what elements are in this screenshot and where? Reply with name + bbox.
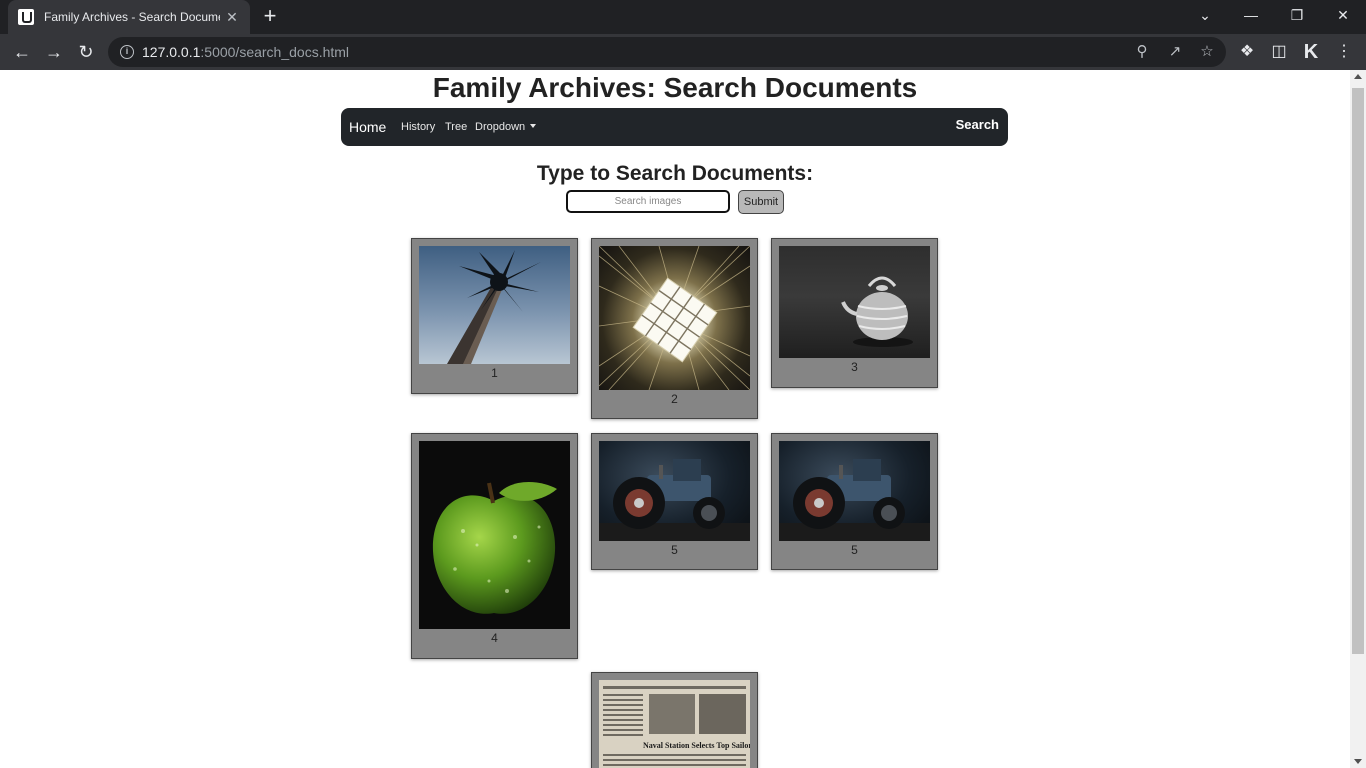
document-card[interactable]: Naval Station Selects Top Sailors (591, 672, 758, 768)
tab-close-icon[interactable]: ✕ (224, 9, 240, 26)
card-label: 3 (851, 360, 858, 374)
document-card[interactable]: 3 (771, 238, 938, 388)
light-grid-photo[interactable] (599, 246, 750, 390)
side-panel-icon[interactable]: ◫ (1267, 40, 1291, 64)
card-label: 5 (671, 543, 678, 557)
search-heading: Type to Search Documents: (536, 162, 814, 185)
new-tab-button[interactable]: + (258, 5, 282, 29)
browser-toolbar: ← → ↻ i 127.0.0.1:5000/search_docs.html … (0, 34, 1366, 70)
minimize-window-button[interactable]: — (1228, 0, 1274, 30)
back-arrow-icon[interactable]: ← (10, 40, 34, 64)
card-label: 4 (491, 631, 498, 645)
newspaper-headline: Naval Station Selects Top Sailors (643, 741, 750, 750)
forward-arrow-icon[interactable]: → (42, 40, 66, 64)
page-scrollbar[interactable] (1350, 70, 1366, 768)
nav-search-link[interactable]: Search (956, 117, 999, 132)
nav-tree-link[interactable]: Tree (445, 121, 467, 133)
share-icon[interactable]: ↗ (1165, 42, 1185, 62)
tractor-illustration (779, 459, 930, 541)
document-card[interactable]: 5 (591, 433, 758, 570)
green-apple-illustration (432, 482, 557, 614)
reload-icon[interactable]: ↻ (74, 40, 98, 64)
palm-tree-illustration (447, 250, 541, 364)
extensions-puzzle-icon[interactable]: ❖ (1235, 40, 1259, 64)
address-bar[interactable]: i 127.0.0.1:5000/search_docs.html ⚲ ↗ ☆ (108, 37, 1226, 67)
url-text[interactable]: 127.0.0.1:5000/search_docs.html (142, 44, 349, 60)
nav-dropdown-label: Dropdown (475, 121, 526, 133)
tractor-photo[interactable] (779, 441, 930, 541)
teapot-illustration (841, 276, 913, 347)
scrollbar-thumb[interactable] (1352, 88, 1364, 654)
search-input[interactable] (566, 190, 730, 213)
newspaper-clipping-photo[interactable]: Naval Station Selects Top Sailors (599, 680, 750, 768)
green-apple-photo[interactable] (419, 441, 570, 629)
teapot-photo[interactable] (779, 246, 930, 358)
browser-tab[interactable]: Family Archives - Search Documents ✕ (8, 0, 250, 34)
document-card[interactable]: 1 (411, 238, 578, 394)
scroll-up-arrow-icon[interactable] (1354, 74, 1362, 79)
tab-title: Family Archives - Search Documents (44, 10, 220, 24)
document-card[interactable]: 4 (411, 433, 578, 659)
tractor-photo[interactable] (599, 441, 750, 541)
close-window-button[interactable]: ✕ (1320, 0, 1366, 30)
site-favicon-icon (18, 9, 34, 25)
card-label: 5 (851, 543, 858, 557)
url-host: 127.0.0.1 (142, 44, 201, 60)
browser-menu-icon[interactable]: ⋮ (1332, 40, 1356, 64)
profile-avatar-icon[interactable]: K (1299, 40, 1323, 64)
palm-tree-photo[interactable] (419, 246, 570, 364)
document-card[interactable]: 5 (771, 433, 938, 570)
restore-window-button[interactable]: ❐ (1274, 0, 1320, 30)
scroll-down-arrow-icon[interactable] (1354, 759, 1362, 764)
browser-tab-strip: Family Archives - Search Documents ✕ + ⌄… (0, 0, 1366, 34)
light-grid-illustration (599, 246, 750, 390)
url-path: :5000/search_docs.html (200, 44, 350, 60)
card-label: 1 (491, 366, 498, 380)
nav-dropdown-toggle[interactable]: Dropdown (475, 121, 537, 133)
bookmark-star-icon[interactable]: ☆ (1197, 42, 1217, 62)
site-info-icon[interactable]: i (120, 45, 134, 59)
site-navbar: Home History Tree Dropdown Search (341, 108, 1008, 146)
nav-history-link[interactable]: History (401, 121, 435, 133)
document-card[interactable]: 2 (591, 238, 758, 419)
newspaper-illustration: Naval Station Selects Top Sailors (603, 686, 750, 766)
nav-home-link[interactable]: Home (349, 119, 386, 135)
card-label: 2 (671, 392, 678, 406)
zoom-out-icon[interactable]: ⚲ (1132, 42, 1152, 62)
caret-down-icon (530, 124, 537, 128)
tab-search-chevron-icon[interactable]: ⌄ (1182, 0, 1228, 30)
page-viewport: Family Archives: Search Documents Home H… (0, 70, 1350, 768)
tractor-illustration (599, 459, 750, 541)
page-title: Family Archives: Search Documents (432, 72, 918, 103)
submit-button[interactable]: Submit (738, 190, 784, 214)
